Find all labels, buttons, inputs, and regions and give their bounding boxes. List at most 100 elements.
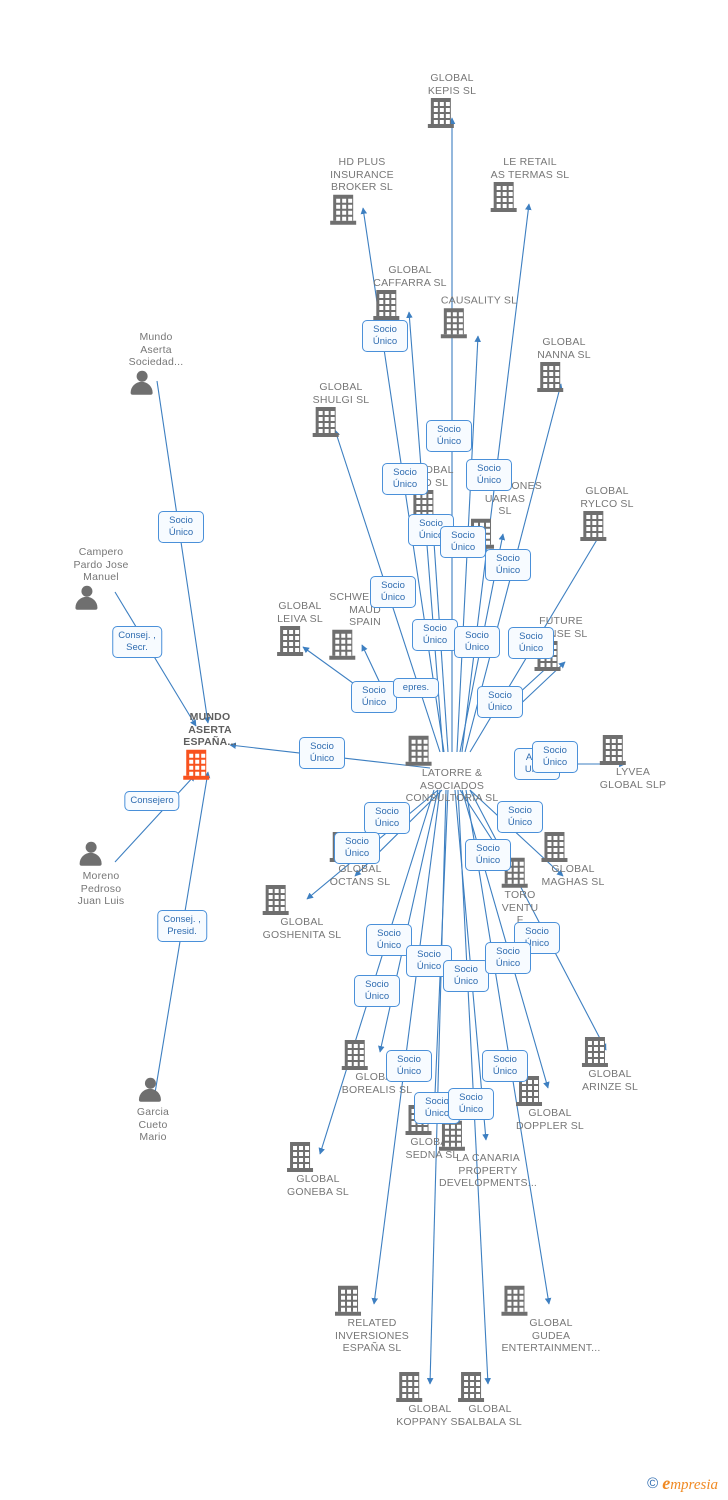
graph-node-moreno[interactable]: Moreno Pedroso Juan Luis [78,841,125,908]
node-glyph[interactable] [396,1372,464,1402]
relation-label-c9[interactable]: Socio Único [466,459,512,491]
company-building-icon [396,1372,423,1402]
graph-node-focus[interactable]: MUNDO ASERTA ESPAÑA... [183,711,237,780]
relation-label-c18[interactable]: epres. [393,678,439,698]
node-glyph[interactable] [458,1372,522,1402]
relation-label-c17[interactable]: Socio Único [351,681,397,713]
relation-label-c24[interactable]: Socio Único [497,801,543,833]
watermark: © empresia [647,1473,718,1494]
graph-node-mundoaserta[interactable]: Mundo Aserta Sociedad... [129,331,184,398]
relation-label-c19[interactable]: Socio Único [477,686,523,718]
node-label: LE RETAIL AS TERMAS SL [490,156,570,181]
node-glyph[interactable] [183,749,237,780]
graph-node-hdplus[interactable]: HD PLUS INSURANCE BROKER SL [330,156,394,225]
node-glyph[interactable] [541,832,604,862]
node-glyph[interactable] [312,407,370,437]
person-avatar-icon [129,369,155,397]
node-glyph[interactable] [581,1037,638,1067]
graph-node-causality[interactable]: CAUSALITY SL [440,294,517,338]
relation-label-c5[interactable]: Socio Único [299,737,345,769]
node-glyph[interactable] [73,584,128,612]
relation-label-c4[interactable]: Consej. , Presid. [157,910,207,942]
node-label: GLOBAL MAGHAS SL [541,863,605,888]
relation-label-c35[interactable]: Socio Único [448,1088,494,1120]
node-label: TORO VENTU F [501,888,539,926]
relation-label-c11[interactable]: Socio Único [440,526,486,558]
graph-node-garcia[interactable]: Garcia Cueto Mario [137,1077,169,1144]
graph-node-maghas[interactable]: GLOBAL MAGHAS SL [541,832,604,888]
brand-name: empresia [662,1473,718,1493]
person-avatar-icon [78,841,104,869]
relation-label-c3[interactable]: Consejero [124,791,180,811]
node-glyph[interactable] [438,1120,537,1151]
node-glyph[interactable] [78,841,125,869]
relation-label-c2[interactable]: Consej. , Secr. [112,626,162,658]
node-glyph[interactable] [277,626,323,656]
graph-node-rylco[interactable]: GLOBAL RYLCO SL [580,485,633,541]
relation-label-c21[interactable]: Socio Único [532,741,578,773]
relation-label-c14[interactable]: Socio Único [412,619,458,651]
relation-label-c22[interactable]: Socio Único [364,802,410,834]
relation-label-c12[interactable]: Socio Único [485,549,531,581]
graph-node-related[interactable]: RELATED INVERSIONES ESPAÑA SL [335,1285,409,1355]
relation-label-c25[interactable]: Socio Único [465,839,511,871]
graph-node-gudea[interactable]: GLOBAL GUDEA ENTERTAINMENT... [501,1285,600,1355]
graph-node-campero[interactable]: Campero Pardo Jose Manuel [73,546,128,613]
node-glyph[interactable] [287,1142,349,1172]
graph-node-goshenita[interactable]: GLOBAL GOSHENITA SL [262,885,342,941]
graph-node-kepis[interactable]: GLOBAL KEPIS SL [427,72,476,128]
node-glyph[interactable] [137,1077,169,1105]
graph-node-lyvea[interactable]: LYVEA GLOBAL SLP [599,735,666,791]
company-building-icon [501,1285,528,1316]
graph-canvas[interactable]: GLOBAL KEPIS SL HD PLUS INSURANCE BROKER … [0,0,728,1500]
relation-label-c16[interactable]: Socio Único [508,627,554,659]
company-building-icon [490,182,517,212]
relation-label-c23[interactable]: Socio Único [334,832,380,864]
relation-label-c7[interactable]: Socio Único [426,420,472,452]
relation-label-c28[interactable]: Socio Único [443,960,489,992]
node-glyph[interactable] [262,885,342,915]
graph-node-goneba[interactable]: GLOBAL GONEBA SL [287,1142,349,1198]
company-building-icon [537,362,564,392]
node-glyph[interactable] [335,1285,409,1316]
relation-label-c6[interactable]: Socio Único [362,320,408,352]
company-building-icon [330,194,357,225]
relation-label-c13[interactable]: Socio Único [370,576,416,608]
relation-label-c33[interactable]: Socio Único [482,1050,528,1082]
graph-node-arinze[interactable]: GLOBAL ARINZE SL [581,1037,638,1093]
node-glyph[interactable] [501,1285,600,1316]
graph-node-leiva[interactable]: GLOBAL LEIVA SL [277,600,323,656]
graph-node-salbala[interactable]: GLOBAL SALBALA SL [458,1372,522,1428]
relation-label-c31[interactable]: Socio Único [354,975,400,1007]
node-glyph[interactable] [440,307,517,338]
node-glyph[interactable] [329,629,400,660]
relation-label-c1[interactable]: Socio Único [158,511,204,543]
relation-label-c30[interactable]: Socio Único [485,942,531,974]
node-glyph[interactable] [405,735,499,766]
relation-label-c32[interactable]: Socio Único [386,1050,432,1082]
node-glyph[interactable] [373,290,446,320]
node-glyph[interactable] [490,182,570,212]
node-label: GLOBAL RYLCO SL [580,485,634,510]
node-glyph[interactable] [427,98,476,128]
graph-node-shulgi[interactable]: GLOBAL SHULGI SL [312,381,370,437]
person-avatar-icon [73,584,99,612]
company-building-icon [329,629,356,660]
graph-node-caffarra[interactable]: GLOBAL CAFFARRA SL [373,264,446,320]
graph-node-nanna[interactable]: GLOBAL NANNA SL [537,336,591,392]
node-glyph[interactable] [599,735,666,765]
node-label: GLOBAL SALBALA SL [458,1403,522,1428]
graph-node-lacanaria[interactable]: LA CANARIA PROPERTY DEVELOPMENTS... [438,1120,537,1190]
node-label: LATORRE & ASOCIADOS CONSULTORIA SL [405,766,499,804]
company-building-icon [405,735,432,766]
graph-node-koppany[interactable]: GLOBAL KOPPANY SL [396,1372,464,1428]
graph-node-latorre[interactable]: LATORRE & ASOCIADOS CONSULTORIA SL [405,735,499,805]
relation-label-c8[interactable]: Socio Único [382,463,428,495]
node-glyph[interactable] [537,362,591,392]
node-glyph[interactable] [580,511,633,541]
node-glyph[interactable] [330,194,394,225]
company-building-icon [373,290,400,320]
graph-node-leretail[interactable]: LE RETAIL AS TERMAS SL [490,156,570,212]
node-glyph[interactable] [129,369,184,397]
relation-label-c15[interactable]: Socio Único [454,626,500,658]
